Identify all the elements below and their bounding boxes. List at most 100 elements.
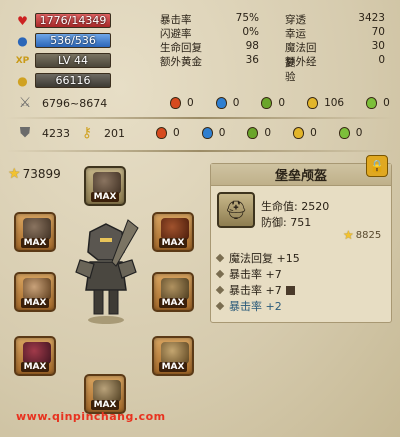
defense-element: 0 [201, 127, 225, 139]
bullet-icon [215, 269, 225, 279]
fire-orb-icon [156, 127, 167, 139]
equip-slot-shoulder-right[interactable]: MAX [152, 212, 194, 252]
attribute-text: 魔法回复 +15 [229, 252, 300, 265]
max-badge: MAX [90, 400, 120, 410]
pauldron-icon [161, 218, 189, 240]
nature-orb-icon [366, 97, 378, 109]
stat-row: 暴击率 75% 穿透 3423 [160, 12, 390, 26]
mp-row: ● 536/536 [14, 32, 111, 49]
level-row: XP LV 44 [14, 52, 111, 69]
gold-coin-icon: ● [17, 73, 28, 88]
equip-slot-legs[interactable]: MAX [152, 336, 194, 376]
equip-slot-chest[interactable]: MAX [152, 272, 194, 312]
element-value: 0 [173, 127, 180, 139]
item-attribute: 魔法回复 +15 [215, 250, 300, 266]
gem-socket-icon [285, 285, 295, 295]
defense-element: 0 [338, 127, 363, 139]
bullet-icon [215, 285, 225, 295]
total-score-value: 73899 [22, 167, 61, 181]
max-badge: MAX [20, 362, 50, 372]
attack-row: ⚔ 6796~8674 0 0 0 106 0 [14, 94, 390, 112]
defense-elements: 0 0 0 0 0 [156, 127, 362, 139]
item-defense: 防御: 751 [261, 216, 312, 229]
resist-value: 201 [104, 126, 125, 140]
armor-value: 4233 [42, 126, 70, 140]
total-score: ★ 73899 [8, 166, 61, 182]
gold-bar: 66116 [35, 73, 111, 88]
stat-value: 0 [378, 54, 385, 66]
element-value: 0 [383, 97, 390, 109]
bullet-icon [215, 253, 225, 263]
element-value: 0 [355, 127, 363, 139]
equip-slot-shoulder-left[interactable]: MAX [14, 212, 56, 252]
item-attribute: 暴击率 +7 [215, 266, 282, 282]
attack-element: 0 [215, 97, 240, 109]
lock-button[interactable]: 🔒 [366, 155, 388, 177]
stat-row: 闪避率 0% 幸运 70 [160, 26, 390, 40]
item-attribute: 暴击率 +7 [215, 282, 295, 298]
fire-orb-icon [170, 97, 181, 109]
element-value: 0 [187, 97, 194, 109]
star-icon: ★ [8, 166, 21, 182]
heart-icon: ♥ [17, 13, 28, 28]
defense-element: 0 [156, 127, 180, 139]
stat-value: 75% [235, 12, 259, 24]
mp-bar: 536/536 [35, 33, 111, 48]
divider [6, 117, 394, 119]
attack-element: 106 [307, 97, 344, 109]
hp-bar: 1776/14349 [35, 13, 111, 28]
water-orb-icon [215, 97, 227, 109]
key-icon: ⚷ [81, 125, 93, 141]
element-value: 106 [324, 97, 345, 109]
attribute-text: 暴击率 +7 [229, 284, 282, 297]
stat-row: 生命回复 98 魔法回复 30 [160, 40, 390, 69]
light-orb-icon [293, 127, 305, 139]
character-stats-panel: ♥ 1776/14349 ● 536/536 XP LV 44 ● 66116 … [0, 0, 400, 152]
pauldron-icon [23, 218, 51, 240]
stat-name: 闪避率 [160, 28, 192, 40]
water-orb-icon [201, 127, 213, 139]
divider [6, 150, 394, 152]
stat-name: 额外黄金 [160, 56, 202, 68]
element-value: 0 [264, 127, 272, 139]
stat-value: 0% [242, 26, 259, 38]
stat-name: 魔法回复 [285, 42, 317, 69]
equip-slot-helmet[interactable]: MAX [84, 166, 126, 206]
attribute-text: 暴击率 +2 [229, 300, 282, 313]
stat-name: 生命回复 [160, 42, 202, 54]
max-badge: MAX [90, 192, 120, 202]
attack-elements: 0 0 0 106 0 [170, 97, 390, 109]
equip-slot-weapon[interactable]: MAX [14, 272, 56, 312]
stat-table: 暴击率 75% 穿透 3423 闪避率 0% 幸运 70 生命回复 98 魔法回… [160, 12, 390, 83]
knight-character [75, 219, 139, 324]
stat-value: 30 [371, 40, 385, 52]
nature-orb-icon [338, 127, 350, 139]
level-bar: LV 44 [35, 53, 111, 68]
poison-orb-icon [247, 127, 259, 139]
chest-armor-icon [161, 278, 189, 300]
light-orb-icon [307, 97, 319, 109]
stat-name: 幸运 [285, 28, 306, 40]
max-badge: MAX [20, 298, 50, 308]
equip-slot-boots[interactable]: MAX [84, 374, 126, 414]
stat-row: 额外黄金 36 额外经验 0 [160, 54, 390, 83]
defense-row: ⛊ 4233 ⚷ 201 0 0 0 0 0 [14, 124, 363, 142]
stat-name: 穿透 [285, 14, 306, 26]
element-value: 0 [310, 127, 317, 139]
hp-row: ♥ 1776/14349 [14, 12, 111, 29]
defense-element: 0 [247, 127, 271, 139]
greaves-icon [161, 342, 189, 364]
equip-slot-offhand[interactable]: MAX [14, 336, 56, 376]
item-attribute: 暴击率 +2 [215, 298, 282, 314]
helmet-icon: ⛑ [217, 192, 255, 228]
item-score: ★ 8825 [343, 228, 381, 242]
helmet-icon [93, 172, 121, 194]
element-value: 0 [232, 97, 240, 109]
max-badge: MAX [158, 362, 188, 372]
axe-icon [23, 278, 51, 300]
stat-name: 暴击率 [160, 14, 192, 26]
attack-element: 0 [170, 97, 194, 109]
star-icon: ★ [343, 228, 354, 242]
watermark: www.qinpinchang.com [16, 410, 166, 423]
item-detail-panel: 堡垒颅盔 ⛑ 生命值: 2520 防御: 751 ★ 8825 魔法回复 +15… [210, 163, 392, 323]
